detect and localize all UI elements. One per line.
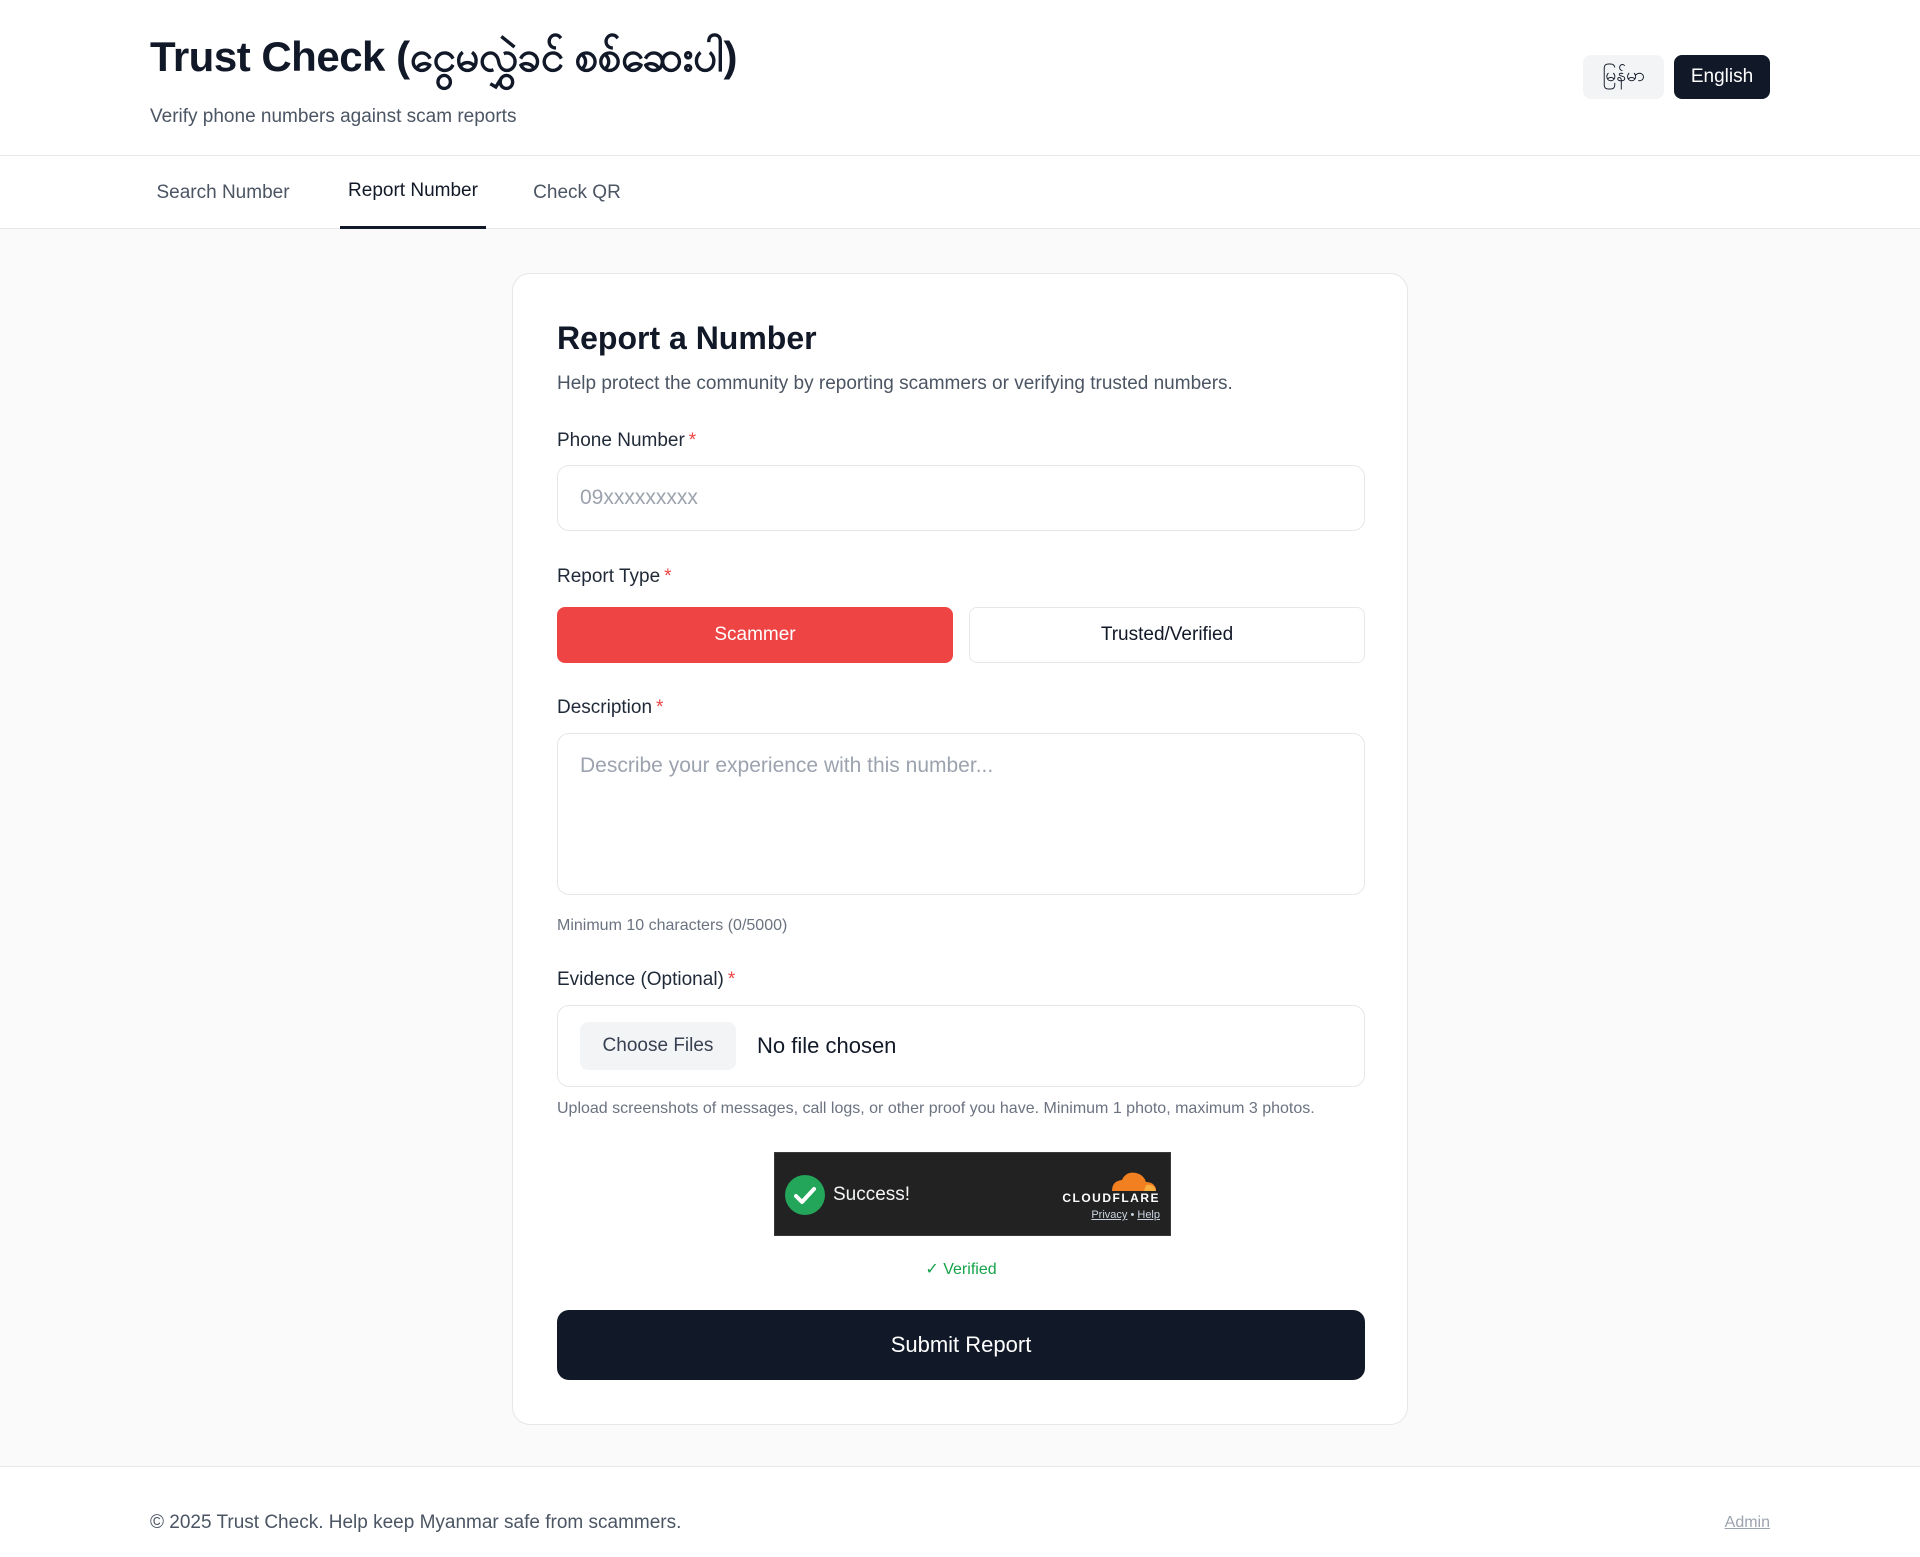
- phone-number-label-text: Phone Number: [557, 430, 685, 451]
- admin-link[interactable]: Admin: [1725, 1514, 1770, 1532]
- language-english-button[interactable]: English: [1674, 55, 1770, 99]
- report-type-label-text: Report Type: [557, 566, 661, 587]
- footer-copyright: © 2025 Trust Check. Help keep Myanmar sa…: [150, 1512, 682, 1533]
- language-myanmar-button[interactable]: မြန်မာ: [1583, 55, 1664, 99]
- description-label: Description *: [557, 697, 663, 719]
- description-textarea[interactable]: [557, 733, 1365, 895]
- evidence-file-input: Choose Files No file chosen: [557, 1005, 1365, 1087]
- required-mark: *: [664, 566, 672, 587]
- success-check-icon: [785, 1175, 825, 1215]
- link-separator: •: [1130, 1209, 1135, 1221]
- phone-number-label: Phone Number *: [557, 430, 696, 452]
- description-helper-text: Minimum 10 characters (0/5000): [557, 917, 788, 934]
- app-footer: © 2025 Trust Check. Help keep Myanmar sa…: [0, 1466, 1920, 1557]
- tab-bar: Search Number Report Number Check QR: [0, 156, 1920, 229]
- cloudflare-wordmark: CLOUDFLARE: [1062, 1191, 1160, 1205]
- language-switcher: မြန်မာ English: [1583, 55, 1770, 99]
- report-form-card: Report a Number Help protect the communi…: [512, 273, 1408, 1425]
- report-type-trusted-button[interactable]: Trusted/Verified: [969, 607, 1365, 663]
- tab-check-qr[interactable]: Check QR: [529, 156, 625, 229]
- header-title-group: Trust Check (ငွေမလွှဲခင် စစ်ဆေးပါ) Verif…: [150, 30, 738, 128]
- form-description: Help protect the community by reporting …: [557, 373, 1233, 394]
- evidence-label: Evidence (Optional) *: [557, 969, 735, 991]
- report-type-scammer-button[interactable]: Scammer: [557, 607, 953, 663]
- app-subtitle: Verify phone numbers against scam report…: [150, 106, 517, 127]
- captcha-status-text: Success!: [833, 1184, 911, 1205]
- submit-report-button[interactable]: Submit Report: [557, 1310, 1365, 1380]
- help-link[interactable]: Help: [1137, 1209, 1160, 1221]
- choose-files-button[interactable]: Choose Files: [580, 1022, 736, 1070]
- cloudflare-turnstile-widget[interactable]: Success! CLOUDFLARE Privacy • Help: [774, 1152, 1171, 1236]
- required-mark: *: [688, 430, 697, 451]
- phone-number-input[interactable]: [557, 465, 1365, 531]
- evidence-helper-text: Upload screenshots of messages, call log…: [557, 1100, 1315, 1117]
- app-title: Trust Check (ငွေမလွှဲခင် စစ်ဆေးပါ): [150, 33, 738, 80]
- description-label-text: Description: [557, 697, 653, 718]
- tab-search-number[interactable]: Search Number: [150, 156, 296, 229]
- tab-report-number[interactable]: Report Number: [340, 156, 486, 229]
- cloudflare-links: Privacy • Help: [1091, 1209, 1160, 1221]
- form-title: Report a Number: [557, 320, 817, 356]
- main-content: Report a Number Help protect the communi…: [0, 229, 1920, 1465]
- required-mark: *: [656, 697, 664, 718]
- report-type-label: Report Type *: [557, 566, 672, 588]
- privacy-link[interactable]: Privacy: [1091, 1209, 1127, 1221]
- file-status-text: No file chosen: [757, 1033, 897, 1058]
- verified-status: ✓ Verified: [925, 1261, 997, 1278]
- evidence-label-text: Evidence (Optional): [557, 969, 724, 990]
- required-mark: *: [727, 969, 736, 990]
- app-header: Trust Check (ငွေမလွှဲခင် စစ်ဆေးပါ) Verif…: [0, 0, 1920, 156]
